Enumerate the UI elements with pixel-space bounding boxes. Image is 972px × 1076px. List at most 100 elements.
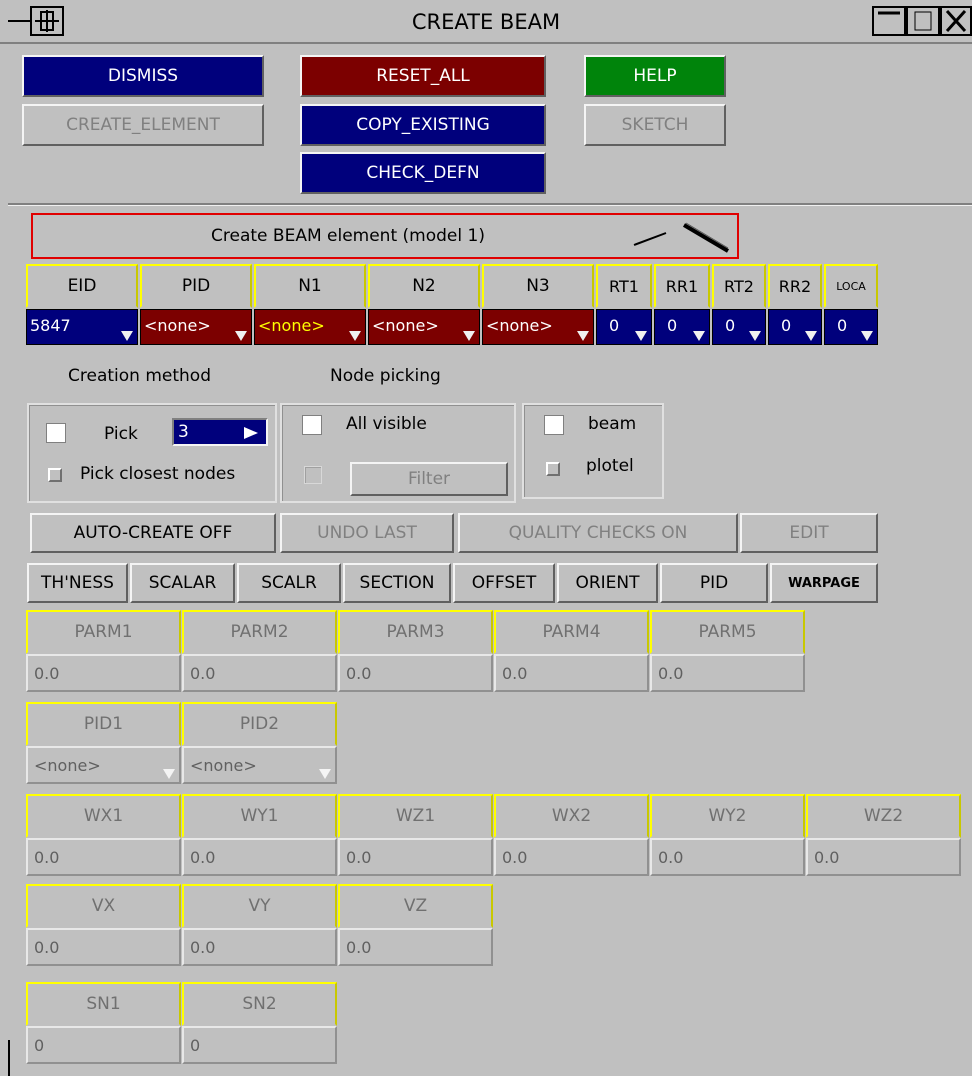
value-field[interactable]: 0.0 bbox=[182, 654, 337, 692]
field-value: 0.0 bbox=[346, 847, 372, 867]
beam-checkbox[interactable] bbox=[544, 415, 564, 435]
field-select[interactable]: 0 bbox=[824, 309, 878, 345]
auto-create-button[interactable]: AUTO-CREATE OFF bbox=[30, 513, 276, 553]
pick-closest-checkbox[interactable] bbox=[48, 468, 62, 482]
field-value: 0.0 bbox=[190, 663, 216, 683]
value-field[interactable]: 0.0 bbox=[26, 838, 181, 876]
select-value: 0 bbox=[781, 316, 792, 335]
column-header: RR2 bbox=[768, 264, 822, 308]
column-header: N2 bbox=[368, 264, 480, 308]
window-title: CREATE BEAM bbox=[411, 10, 561, 34]
tab-button[interactable]: WARPAGE bbox=[770, 563, 878, 603]
create-element-button[interactable]: CREATE_ELEMENT bbox=[22, 104, 264, 146]
field-value: 0 bbox=[34, 1035, 45, 1055]
separator bbox=[8, 203, 972, 206]
tab-button[interactable]: SCALAR bbox=[130, 563, 235, 603]
dropdown-arrow-icon bbox=[805, 331, 817, 341]
sketch-button[interactable]: SKETCH bbox=[584, 104, 726, 146]
field-header: SN1 bbox=[26, 982, 181, 1026]
undo-last-button[interactable]: UNDO LAST bbox=[280, 513, 454, 553]
field-value: 0.0 bbox=[346, 663, 372, 683]
field-header: VY bbox=[182, 884, 337, 928]
copy-existing-button[interactable]: COPY_EXISTING bbox=[300, 104, 546, 146]
tab-button[interactable]: SCALR bbox=[237, 563, 341, 603]
banner-text: Create BEAM element (model 1) bbox=[211, 226, 485, 246]
field-header: SN2 bbox=[182, 982, 337, 1026]
field-select[interactable]: <none> bbox=[254, 309, 366, 345]
field-select[interactable]: 0 bbox=[654, 309, 710, 345]
pick-checkbox[interactable] bbox=[46, 423, 66, 443]
dropdown-arrow-icon bbox=[749, 331, 761, 341]
value-field[interactable]: 0.0 bbox=[338, 928, 493, 966]
field-select[interactable]: 0 bbox=[768, 309, 822, 345]
select-value: 0 bbox=[837, 316, 848, 335]
reset-all-button[interactable]: RESET_ALL bbox=[300, 55, 546, 97]
field-header: PARM1 bbox=[26, 610, 181, 654]
quality-checks-button[interactable]: QUALITY CHECKS ON bbox=[458, 513, 738, 553]
dropdown-arrow-icon bbox=[861, 331, 873, 341]
edit-button[interactable]: EDIT bbox=[740, 513, 878, 553]
check-defn-button[interactable]: CHECK_DEFN bbox=[300, 152, 546, 194]
value-field[interactable]: 0.0 bbox=[806, 838, 961, 876]
tab-button[interactable]: TH'NESS bbox=[27, 563, 128, 603]
filter-checkbox[interactable] bbox=[304, 466, 322, 484]
field-select[interactable]: <none> bbox=[482, 309, 594, 345]
value-field[interactable]: 0.0 bbox=[338, 838, 493, 876]
value-field[interactable]: 0 bbox=[26, 1026, 181, 1064]
maximize-icon[interactable] bbox=[906, 6, 940, 36]
value-field[interactable]: 0.0 bbox=[182, 838, 337, 876]
field-value: 0.0 bbox=[34, 663, 60, 683]
dismiss-button[interactable]: DISMISS bbox=[22, 55, 264, 97]
select-value: 0 bbox=[725, 316, 736, 335]
pid-select[interactable]: <none> bbox=[182, 746, 337, 784]
column-header: RT1 bbox=[596, 264, 652, 308]
column-header: LOCA bbox=[824, 264, 878, 308]
value-field[interactable]: 0.0 bbox=[26, 928, 181, 966]
field-select[interactable]: 0 bbox=[596, 309, 652, 345]
dropdown-arrow-icon bbox=[235, 331, 247, 341]
field-header: PARM2 bbox=[182, 610, 337, 654]
tab-button[interactable]: SECTION bbox=[343, 563, 451, 603]
filter-button[interactable]: Filter bbox=[350, 462, 508, 496]
dropdown-arrow-icon bbox=[349, 331, 361, 341]
value-field[interactable]: 0 bbox=[182, 1026, 337, 1064]
field-header: VZ bbox=[338, 884, 493, 928]
value-field[interactable]: 0.0 bbox=[338, 654, 493, 692]
tab-button[interactable]: OFFSET bbox=[453, 563, 555, 603]
field-header: WZ2 bbox=[806, 794, 961, 838]
minimize-icon[interactable] bbox=[872, 6, 906, 36]
move-icon[interactable] bbox=[30, 6, 64, 36]
value-field[interactable]: 0.0 bbox=[494, 654, 649, 692]
column-header: EID bbox=[26, 264, 138, 308]
value-field[interactable]: 0.0 bbox=[650, 654, 805, 692]
arrow-right-icon bbox=[244, 427, 258, 439]
field-header: WZ1 bbox=[338, 794, 493, 838]
node-picking-label: Node picking bbox=[330, 366, 441, 386]
field-value: 0 bbox=[190, 1035, 201, 1055]
field-select[interactable]: <none> bbox=[368, 309, 480, 345]
field-select[interactable]: <none> bbox=[140, 309, 252, 345]
select-value: 0 bbox=[667, 316, 678, 335]
value-field[interactable]: 0.0 bbox=[26, 654, 181, 692]
tab-button[interactable]: ORIENT bbox=[557, 563, 658, 603]
pick-count-select[interactable]: 3 bbox=[172, 418, 268, 446]
dropdown-arrow-icon bbox=[577, 331, 589, 341]
field-select[interactable]: 0 bbox=[712, 309, 766, 345]
all-visible-checkbox[interactable] bbox=[302, 415, 322, 435]
field-value: 0.0 bbox=[814, 847, 840, 867]
value-field[interactable]: 0.0 bbox=[650, 838, 805, 876]
value-field[interactable]: 0.0 bbox=[182, 928, 337, 966]
field-value: 0.0 bbox=[190, 937, 216, 957]
eid-select[interactable]: 5847 bbox=[26, 309, 138, 345]
value-field[interactable]: 0.0 bbox=[494, 838, 649, 876]
field-header: VX bbox=[26, 884, 181, 928]
pid-select[interactable]: <none> bbox=[26, 746, 181, 784]
dropdown-arrow-icon bbox=[463, 331, 475, 341]
column-header: N1 bbox=[254, 264, 366, 308]
window-menu-icon[interactable] bbox=[8, 8, 30, 34]
help-button[interactable]: HELP bbox=[584, 55, 726, 97]
close-icon[interactable] bbox=[940, 6, 972, 36]
tab-button[interactable]: PID bbox=[660, 563, 768, 603]
plotel-checkbox[interactable] bbox=[546, 462, 560, 476]
field-value: 0.0 bbox=[502, 847, 528, 867]
